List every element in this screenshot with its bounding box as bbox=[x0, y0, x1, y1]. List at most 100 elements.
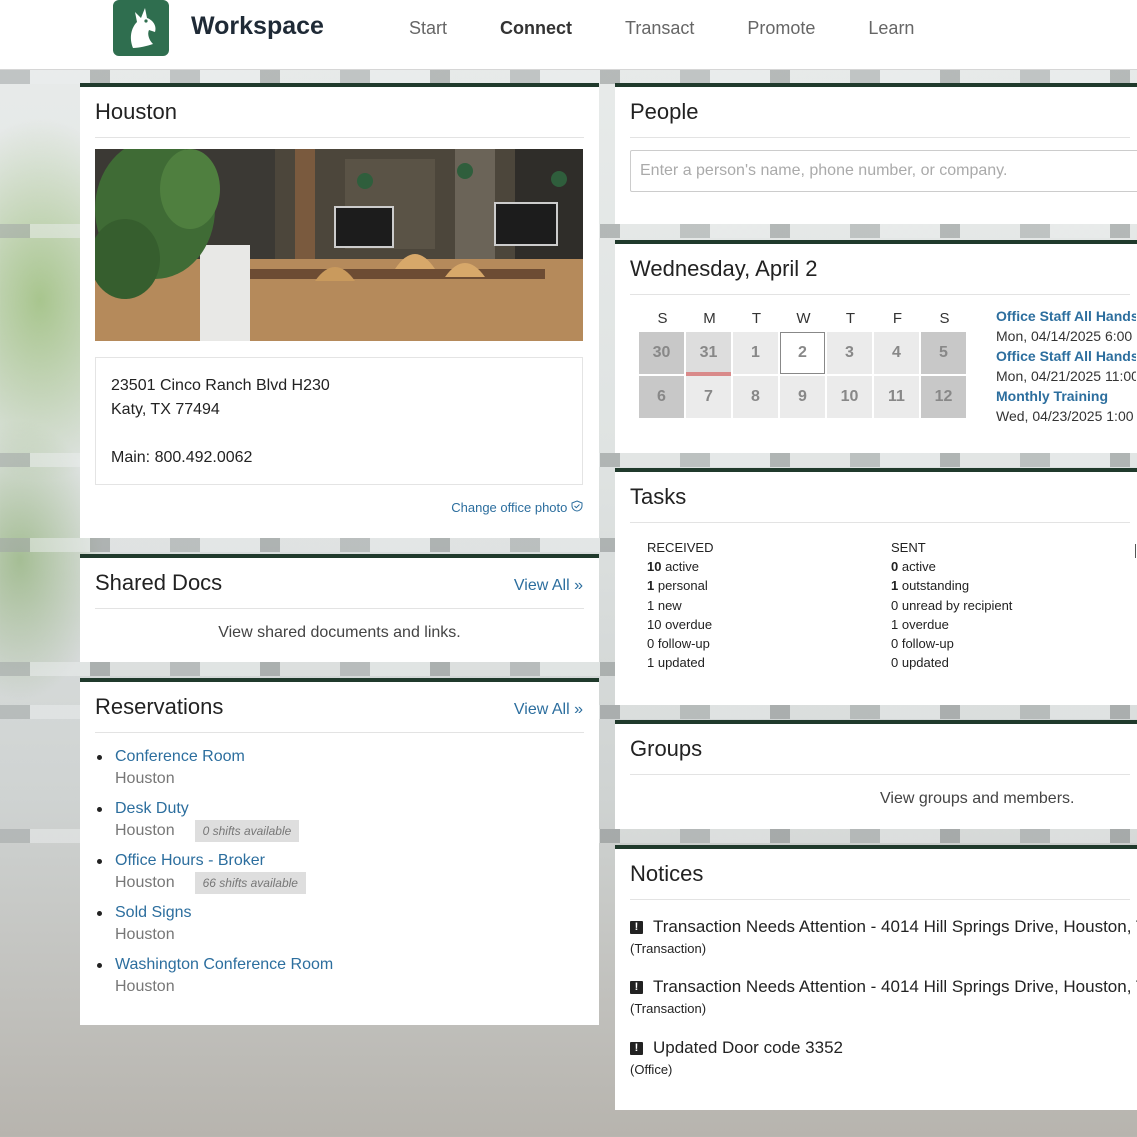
tasks-sent: SENT 0 active 1 outstanding 0 unread by … bbox=[891, 538, 1012, 672]
wolf-logo-icon[interactable] bbox=[113, 0, 169, 56]
change-office-photo-link[interactable]: Change office photo bbox=[451, 500, 583, 515]
received-heading: RECEIVED bbox=[647, 540, 714, 555]
reservation-item: Washington Conference Room Houston bbox=[95, 954, 584, 998]
received-followup[interactable]: 0 follow-up bbox=[647, 634, 713, 653]
mini-calendar: S M T W T F S 30 31 1 2 3 4 5 6 7 8 9 10… bbox=[639, 310, 968, 418]
divider bbox=[95, 137, 584, 138]
office-title: Houston bbox=[95, 99, 177, 124]
calendar-day[interactable]: 5 bbox=[921, 332, 966, 374]
weekday-header: S M T W T F S bbox=[657, 310, 950, 327]
shared-docs-link[interactable]: View shared documents and links. bbox=[80, 624, 599, 642]
reservations-panel: Reservations View All » Conference Room … bbox=[80, 678, 599, 1025]
received-new[interactable]: 1 new bbox=[647, 596, 713, 615]
calendar-day-today[interactable]: 2 bbox=[780, 332, 825, 374]
groups-panel: Groups View groups and members. bbox=[615, 720, 1137, 829]
double-chevron-right-icon: » bbox=[574, 577, 583, 594]
office-panel: Houston 23501 Cinco Ranch Blvd H230 Katy… bbox=[80, 83, 599, 538]
people-search-input[interactable] bbox=[630, 150, 1137, 192]
tasks-received: RECEIVED 10 active 1 personal 1 new 10 o… bbox=[647, 538, 713, 672]
calendar-day[interactable]: 11 bbox=[874, 376, 919, 418]
shared-docs-view-all[interactable]: View All » bbox=[514, 577, 583, 595]
divider bbox=[630, 294, 1130, 295]
divider bbox=[630, 774, 1130, 775]
office-photo bbox=[95, 149, 583, 341]
office-address: 23501 Cinco Ranch Blvd H230 Katy, TX 774… bbox=[95, 357, 583, 485]
calendar-day[interactable]: 30 bbox=[639, 332, 684, 374]
calendar-day[interactable]: 9 bbox=[780, 376, 825, 418]
calendar-day[interactable]: 3 bbox=[827, 332, 872, 374]
shared-docs-panel: Shared Docs View All » View shared docum… bbox=[80, 554, 599, 662]
sent-active[interactable]: 0 active bbox=[891, 557, 1012, 576]
event-link[interactable]: Office Staff All Hands bbox=[996, 306, 1136, 326]
nav-transact[interactable]: Transact bbox=[625, 18, 694, 39]
nav-connect[interactable]: Connect bbox=[500, 18, 572, 39]
reservation-office-hours-broker[interactable]: Office Hours - Broker bbox=[115, 850, 584, 872]
notice-item[interactable]: ! Transaction Needs Attention - 4014 Hill… bbox=[630, 975, 1137, 1016]
notice-item[interactable]: ! Updated Door code 3352 (Office) bbox=[630, 1036, 1137, 1077]
calendar-day[interactable]: 1 bbox=[733, 332, 778, 374]
calendar-day[interactable]: 8 bbox=[733, 376, 778, 418]
sent-outstanding[interactable]: 1 outstanding bbox=[891, 576, 1012, 595]
reservation-list: Conference Room Houston Desk Duty Housto… bbox=[95, 746, 584, 1006]
tasks-title: Tasks bbox=[630, 484, 687, 509]
divider bbox=[630, 522, 1130, 523]
event-time: Mon, 04/14/2025 6:00 bbox=[996, 328, 1133, 344]
reservations-view-all[interactable]: View All » bbox=[514, 701, 583, 719]
received-updated[interactable]: 1 updated bbox=[647, 653, 713, 672]
calendar-day[interactable]: 6 bbox=[639, 376, 684, 418]
reservation-desk-duty[interactable]: Desk Duty bbox=[115, 798, 584, 820]
calendar-day[interactable]: 10 bbox=[827, 376, 872, 418]
calendar-day[interactable]: 7 bbox=[686, 376, 731, 418]
shifts-badge: 66 shifts available bbox=[194, 872, 306, 894]
calendar-panel: Wednesday, April 2 S M T W T F S 30 31 1… bbox=[615, 240, 1137, 453]
calendar-week: 30 31 1 2 3 4 5 bbox=[639, 332, 968, 376]
calendar-day[interactable]: 31 bbox=[686, 332, 731, 376]
upcoming-events: Office Staff All Hands Mon, 04/14/2025 6… bbox=[996, 306, 1136, 426]
office-phone: Main: 800.492.0062 bbox=[111, 449, 253, 466]
calendar-day[interactable]: 12 bbox=[921, 376, 966, 418]
divider bbox=[630, 899, 1130, 900]
reservation-washington-conference-room[interactable]: Washington Conference Room bbox=[115, 954, 584, 976]
sent-updated[interactable]: 0 updated bbox=[891, 653, 1012, 672]
address-line-2: Katy, TX 77494 bbox=[111, 401, 220, 418]
nav-promote[interactable]: Promote bbox=[747, 18, 815, 39]
reservation-conference-room[interactable]: Conference Room bbox=[115, 746, 584, 768]
event-link[interactable]: Monthly Training bbox=[996, 386, 1136, 406]
nav-learn[interactable]: Learn bbox=[868, 18, 914, 39]
background-stripe bbox=[0, 70, 1137, 84]
notice-item[interactable]: ! Transaction Needs Attention - 4014 Hill… bbox=[630, 915, 1137, 956]
event-link[interactable]: Office Staff All Hands bbox=[996, 346, 1136, 366]
third-column-edge bbox=[1135, 544, 1136, 558]
event-time: Wed, 04/23/2025 1:00 bbox=[996, 408, 1134, 424]
reservation-item: Office Hours - Broker Houston 66 shifts a… bbox=[95, 850, 584, 894]
sent-heading: SENT bbox=[891, 540, 926, 555]
divider bbox=[95, 608, 584, 609]
tasks-panel: Tasks RECEIVED 10 active 1 personal 1 ne… bbox=[615, 468, 1137, 705]
reservation-sold-signs[interactable]: Sold Signs bbox=[115, 902, 584, 924]
received-overdue[interactable]: 10 overdue bbox=[647, 615, 713, 634]
groups-link[interactable]: View groups and members. bbox=[880, 790, 1074, 808]
nav-start[interactable]: Start bbox=[409, 18, 447, 39]
alert-icon: ! bbox=[630, 980, 643, 994]
shifts-badge: 0 shifts available bbox=[194, 820, 300, 842]
people-title: People bbox=[630, 99, 699, 124]
notices-panel: Notices ! Transaction Needs Attention - 4… bbox=[615, 845, 1137, 1110]
received-active[interactable]: 10 active bbox=[647, 557, 713, 576]
calendar-day[interactable]: 4 bbox=[874, 332, 919, 374]
received-personal[interactable]: 1 personal bbox=[647, 576, 713, 595]
alert-icon: ! bbox=[630, 920, 643, 934]
groups-title: Groups bbox=[630, 736, 703, 761]
sent-followup[interactable]: 0 follow-up bbox=[891, 634, 1012, 653]
alert-icon: ! bbox=[630, 1041, 643, 1055]
calendar-week: 6 7 8 9 10 11 12 bbox=[639, 376, 968, 418]
reservation-item: Conference Room Houston bbox=[95, 746, 584, 790]
double-chevron-right-icon: » bbox=[574, 701, 583, 718]
top-bar: Workspace Start Connect Transact Promote… bbox=[0, 0, 1137, 70]
sent-overdue[interactable]: 1 overdue bbox=[891, 615, 1012, 634]
sent-unread[interactable]: 0 unread by recipient bbox=[891, 596, 1012, 615]
people-panel: People bbox=[615, 83, 1137, 224]
main-nav: Start Connect Transact Promote Learn bbox=[409, 18, 967, 39]
brand-name: Workspace bbox=[191, 12, 324, 40]
notices-title: Notices bbox=[630, 861, 704, 886]
shield-check-icon bbox=[571, 500, 583, 515]
